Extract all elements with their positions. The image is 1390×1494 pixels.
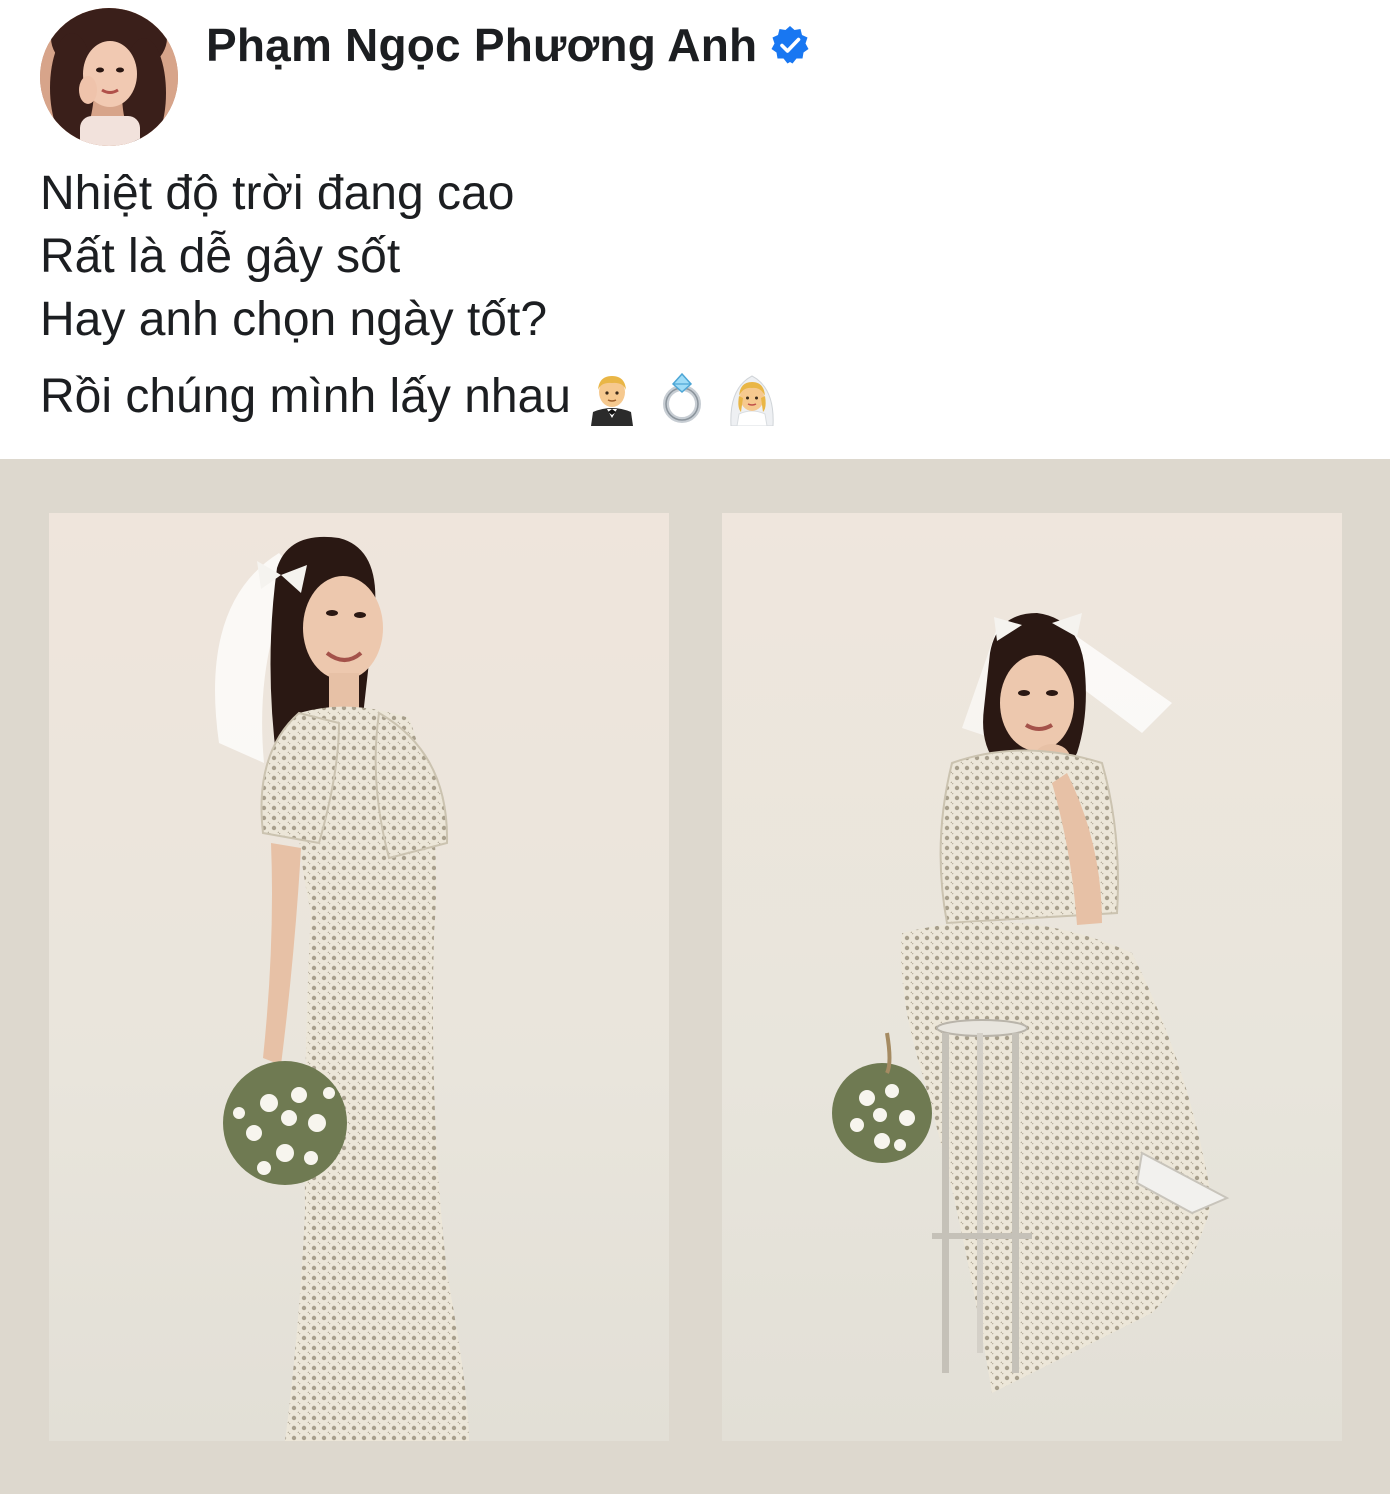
standing-bride-photo[interactable] xyxy=(49,513,669,1441)
caption-line: Rồi chúng mình lấy nhau xyxy=(40,370,571,423)
seated-bride-photo[interactable] xyxy=(722,513,1342,1441)
post-caption: Nhiệt độ trời đang cao Rất là dễ gây sốt… xyxy=(40,162,781,428)
man-in-tuxedo-icon xyxy=(583,368,641,426)
caption-line: Hay anh chọn ngày tốt? xyxy=(40,293,548,346)
caption-line: Rất là dễ gây sốt xyxy=(40,230,401,283)
bride-with-veil-icon xyxy=(723,368,781,426)
ring-icon xyxy=(653,368,711,426)
caption-line-with-emojis: Rồi chúng mình lấy nhau xyxy=(40,365,781,428)
verified-badge-icon xyxy=(769,24,811,66)
photo-gallery xyxy=(0,459,1390,1494)
author-avatar[interactable] xyxy=(40,8,178,146)
post-header: Phạm Ngọc Phương Anh xyxy=(0,0,1390,150)
facebook-post: Phạm Ngọc Phương Anh Nhiệt độ trời đang … xyxy=(0,0,1390,1494)
avatar-image xyxy=(40,8,178,146)
author-row: Phạm Ngọc Phương Anh xyxy=(206,18,811,72)
caption-line: Nhiệt độ trời đang cao xyxy=(40,167,515,220)
author-name[interactable]: Phạm Ngọc Phương Anh xyxy=(206,18,757,72)
